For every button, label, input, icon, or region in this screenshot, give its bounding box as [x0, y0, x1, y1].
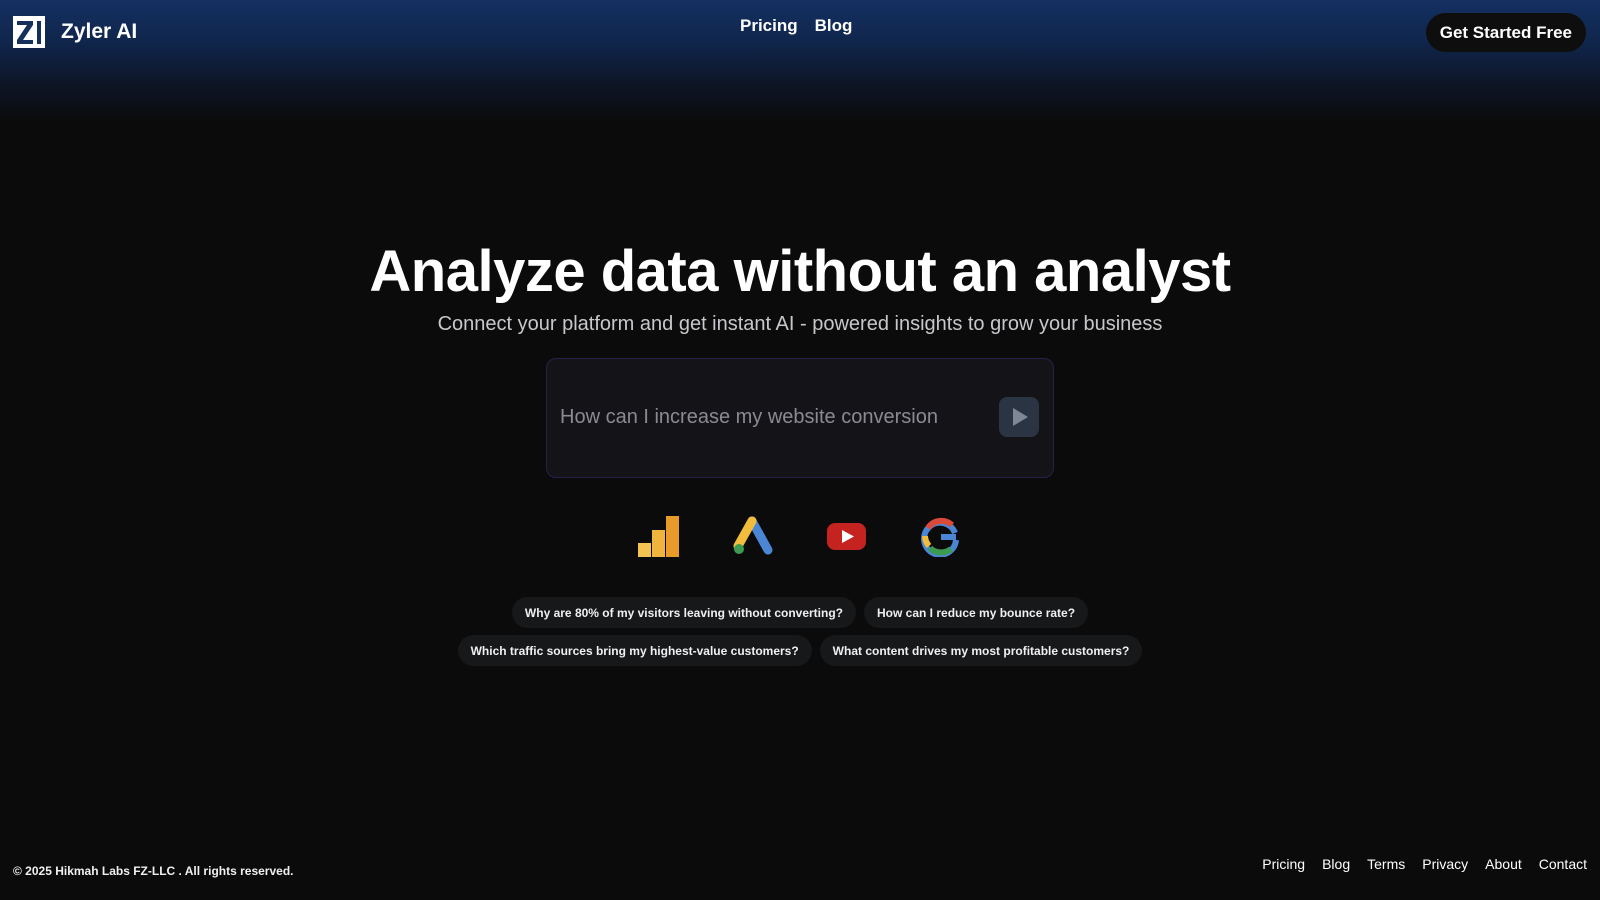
- nav-pricing-link[interactable]: Pricing: [740, 16, 798, 36]
- footer-link-contact[interactable]: Contact: [1539, 856, 1587, 872]
- footer-link-blog[interactable]: Blog: [1322, 856, 1350, 872]
- footer-nav: Pricing Blog Terms Privacy About Contact: [1262, 856, 1587, 872]
- hero-title: Analyze data without an analyst: [369, 239, 1231, 304]
- suggestion-chip[interactable]: Which traffic sources bring my highest-v…: [457, 635, 812, 666]
- brand-logo-link[interactable]: Zyler AI: [13, 16, 137, 48]
- get-started-button[interactable]: Get Started Free: [1425, 13, 1586, 52]
- suggestion-chip[interactable]: Why are 80% of my visitors leaving witho…: [511, 597, 856, 628]
- footer-link-about[interactable]: About: [1485, 856, 1522, 872]
- copyright-text: © 2025 Hikmah Labs FZ-LLC . All rights r…: [13, 864, 294, 878]
- google-icon[interactable]: [920, 516, 961, 557]
- hero-subtitle: Connect your platform and get instant AI…: [437, 313, 1163, 335]
- suggestion-row: Which traffic sources bring my highest-v…: [0, 635, 1600, 666]
- send-button[interactable]: [999, 397, 1039, 437]
- footer-link-terms[interactable]: Terms: [1367, 856, 1405, 872]
- question-input[interactable]: [560, 403, 980, 431]
- site-footer: © 2025 Hikmah Labs FZ-LLC . All rights r…: [0, 850, 1600, 890]
- zyler-logo-icon: [13, 16, 45, 48]
- suggestion-chips: Why are 80% of my visitors leaving witho…: [0, 597, 1600, 673]
- nav-blog-link[interactable]: Blog: [815, 16, 853, 36]
- integrations-row: [638, 516, 961, 557]
- footer-link-pricing[interactable]: Pricing: [1262, 856, 1305, 872]
- play-icon: [1013, 408, 1028, 426]
- footer-link-privacy[interactable]: Privacy: [1422, 856, 1468, 872]
- suggestion-chip[interactable]: How can I reduce my bounce rate?: [864, 597, 1089, 628]
- site-header: Zyler AI Pricing Blog Get Started Free: [0, 0, 1600, 64]
- brand-name: Zyler AI: [61, 20, 138, 43]
- youtube-icon[interactable]: [826, 516, 867, 557]
- google-analytics-icon[interactable]: [638, 516, 679, 557]
- top-nav: Pricing Blog: [740, 16, 852, 36]
- google-ads-icon[interactable]: [732, 516, 773, 557]
- suggestion-chip[interactable]: What content drives my most profitable c…: [819, 635, 1143, 666]
- suggestion-row: Why are 80% of my visitors leaving witho…: [0, 597, 1600, 628]
- question-box: [546, 358, 1054, 478]
